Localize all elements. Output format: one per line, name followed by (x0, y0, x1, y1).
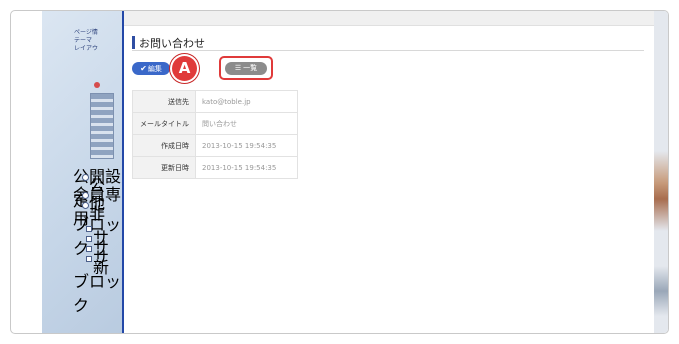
bg-radio[interactable] (82, 174, 89, 181)
contact-modal: お問い合わせ ✔編集 A ☰ 一覧 送信先 kato@toble.jp メールタ… (122, 11, 656, 333)
field-value: kato@toble.jp (195, 90, 298, 113)
list-icon: ☰ (234, 65, 242, 72)
bg-section-label: ブロック (73, 272, 122, 315)
field-label: 更新日時 (132, 156, 196, 179)
bg-menu-item[interactable]: ページ情 (74, 29, 122, 37)
bg-checkbox[interactable] (86, 226, 92, 232)
bg-radio[interactable] (82, 192, 89, 199)
layout-thumbnail (90, 93, 114, 159)
bg-checkbox[interactable] (86, 256, 92, 262)
field-value: 2013-10-15 19:54:35 (195, 156, 298, 179)
page-title: お問い合わせ (139, 37, 205, 50)
table-row: メールタイトル 問い合わせ (132, 112, 298, 135)
background-menu: ページ情 テーマ レイアウ (74, 29, 122, 53)
field-label: 送信先 (132, 90, 196, 113)
modal-header-strip (124, 11, 654, 26)
edit-button-label: 編集 (147, 66, 162, 73)
admin-screen: ページ情 テーマ レイアウ 公開設定 公 会員専用 他 非 ブロック サ サ サ… (42, 11, 668, 333)
bg-menu-item[interactable]: レイアウ (74, 45, 122, 53)
marker-icon (94, 82, 100, 88)
background-image-strip (654, 151, 668, 231)
background-image-strip (654, 266, 668, 316)
list-button[interactable]: ☰ 一覧 (225, 62, 267, 75)
table-row: 作成日時 2013-10-15 19:54:35 (132, 134, 298, 157)
field-label: メールタイトル (132, 112, 196, 135)
bg-radio[interactable] (82, 202, 89, 209)
title-accent (132, 36, 135, 49)
check-icon: ✔ (140, 64, 147, 73)
edit-button[interactable]: ✔編集 (132, 62, 170, 75)
field-value: 問い合わせ (195, 112, 298, 135)
table-row: 送信先 kato@toble.jp (132, 90, 298, 113)
modal-title-bar: お問い合わせ (132, 36, 644, 51)
screenshot-frame: ページ情 テーマ レイアウ 公開設定 公 会員専用 他 非 ブロック サ サ サ… (10, 10, 669, 334)
bg-menu-item[interactable]: テーマ (74, 37, 122, 45)
list-button-label: 一覧 (243, 65, 258, 72)
table-row: 更新日時 2013-10-15 19:54:35 (132, 156, 298, 179)
bg-checkbox[interactable] (86, 236, 92, 242)
bg-checkbox[interactable] (86, 246, 92, 252)
field-value: 2013-10-15 19:54:35 (195, 134, 298, 157)
detail-table: 送信先 kato@toble.jp メールタイトル 問い合わせ 作成日時 201… (132, 90, 298, 179)
callout-badge: A (172, 56, 197, 81)
field-label: 作成日時 (132, 134, 196, 157)
